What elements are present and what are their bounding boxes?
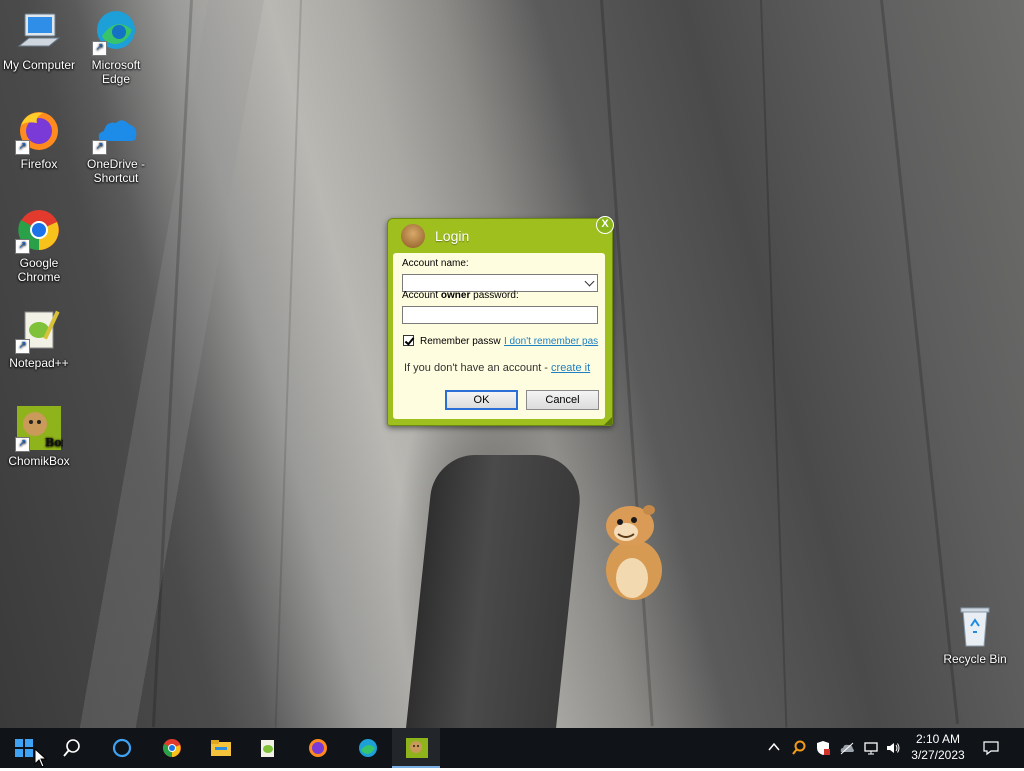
firefox-icon: ↗ <box>15 107 63 155</box>
search-icon <box>62 738 82 758</box>
forgot-password-link[interactable]: I don't remember pas <box>504 336 600 347</box>
desktop-icon-microsoft-edge[interactable]: ↗ Microsoft Edge <box>78 8 154 86</box>
remember-password-label[interactable]: Remember passw <box>420 336 501 347</box>
cortana-icon <box>112 738 132 758</box>
checkmark-icon <box>404 335 415 346</box>
account-name-label: Account name: <box>402 258 469 269</box>
notepadpp-icon: ↗ <box>15 306 63 354</box>
svg-text:Box: Box <box>45 436 63 449</box>
resize-grip[interactable] <box>604 417 612 425</box>
desktop-icon-label: Notepad++ <box>9 356 69 370</box>
notifications-icon[interactable] <box>983 740 999 756</box>
taskbar-notepadpp-button[interactable] <box>244 728 292 768</box>
desktop-icon-onedrive[interactable]: ↗ OneDrive - Shortcut <box>78 107 154 185</box>
dialog-titlebar[interactable]: Login <box>388 219 612 253</box>
desktop-icon-label: Google Chrome <box>17 256 61 284</box>
chevron-down-icon[interactable] <box>584 276 595 287</box>
password-label: Account owner password: <box>402 290 519 301</box>
edge-icon: ↗ <box>92 8 140 56</box>
desktop-icon-label: Microsoft Edge <box>91 58 141 86</box>
shortcut-arrow-icon: ↗ <box>15 239 30 254</box>
dialog-title: Login <box>435 228 470 244</box>
password-field[interactable] <box>402 306 598 324</box>
no-account-text: If you don't have an account - create it <box>404 362 591 374</box>
desktop-icon-recycle-bin[interactable]: Recycle Bin <box>937 602 1013 666</box>
clock-time: 2:10 AM <box>915 732 961 746</box>
taskbar-firefox-button[interactable] <box>294 728 342 768</box>
chrome-icon: ↗ <box>15 206 63 254</box>
computer-icon <box>15 8 63 56</box>
chomikbox-icon: Box ↗ <box>15 404 69 452</box>
shortcut-arrow-icon: ↗ <box>92 41 107 56</box>
folder-icon <box>210 738 231 758</box>
desktop-icon-firefox[interactable]: ↗ Firefox <box>1 107 77 171</box>
onedrive-icon: ↗ <box>92 107 140 155</box>
taskbar-chrome-button[interactable] <box>148 728 196 768</box>
close-button[interactable]: X <box>596 216 614 234</box>
login-dialog: Login X Account name: Account owner pass… <box>387 216 614 426</box>
desktop-icon-label: Recycle Bin <box>943 652 1007 666</box>
desktop-icon-label: ChomikBox <box>8 454 70 468</box>
cancel-button[interactable]: Cancel <box>526 390 599 410</box>
remember-password-checkbox[interactable] <box>403 335 415 346</box>
firefox-icon <box>308 738 328 758</box>
taskbar-edge-button[interactable] <box>344 728 392 768</box>
desktop-icon-my-computer[interactable]: My Computer <box>1 8 77 72</box>
dialog-body: Account name: Account owner password: Re… <box>393 253 605 419</box>
desktop-icon-notepadpp[interactable]: ↗ Notepad++ <box>1 306 77 370</box>
taskbar-clock[interactable]: 2:10 AM 3/27/2023 <box>904 731 972 763</box>
search-tray-icon[interactable] <box>791 740 807 756</box>
windows-logo-icon <box>14 738 34 758</box>
desktop-icon-label: OneDrive - Shortcut <box>86 157 145 185</box>
taskbar-search-button[interactable] <box>48 728 96 768</box>
shortcut-arrow-icon: ↗ <box>15 437 30 452</box>
notepadpp-icon <box>258 738 278 758</box>
onedrive-tray-icon[interactable] <box>839 740 855 756</box>
shortcut-arrow-icon: ↗ <box>92 140 107 155</box>
recycle-bin-icon <box>951 602 999 650</box>
chrome-icon <box>162 738 182 758</box>
hamster-logo-icon <box>401 224 425 248</box>
ok-button[interactable]: OK <box>445 390 518 410</box>
volume-icon[interactable] <box>885 740 901 756</box>
security-shield-icon[interactable] <box>815 740 831 756</box>
shortcut-arrow-icon: ↗ <box>15 140 30 155</box>
chomikbox-icon <box>406 738 428 758</box>
taskbar-chomikbox-button[interactable] <box>392 728 440 768</box>
taskbar-cortana-button[interactable] <box>98 728 146 768</box>
edge-icon <box>358 738 378 758</box>
shortcut-arrow-icon: ↗ <box>15 339 30 354</box>
taskbar: 2:10 AM 3/27/2023 <box>0 728 1024 768</box>
desktop-icon-google-chrome[interactable]: ↗ Google Chrome <box>1 206 77 284</box>
hamster-mascot[interactable] <box>600 500 670 602</box>
clock-date: 3/27/2023 <box>911 748 965 762</box>
show-hidden-icons-chevron-icon[interactable] <box>766 740 782 756</box>
desktop-icon-label: My Computer <box>2 58 76 72</box>
desktop-icon-label: Firefox <box>20 157 58 171</box>
network-icon[interactable] <box>863 740 879 756</box>
desktop-icon-chomikbox[interactable]: Box ↗ ChomikBox <box>1 404 77 468</box>
create-account-link[interactable]: create it <box>551 362 590 374</box>
taskbar-file-explorer-button[interactable] <box>196 728 244 768</box>
